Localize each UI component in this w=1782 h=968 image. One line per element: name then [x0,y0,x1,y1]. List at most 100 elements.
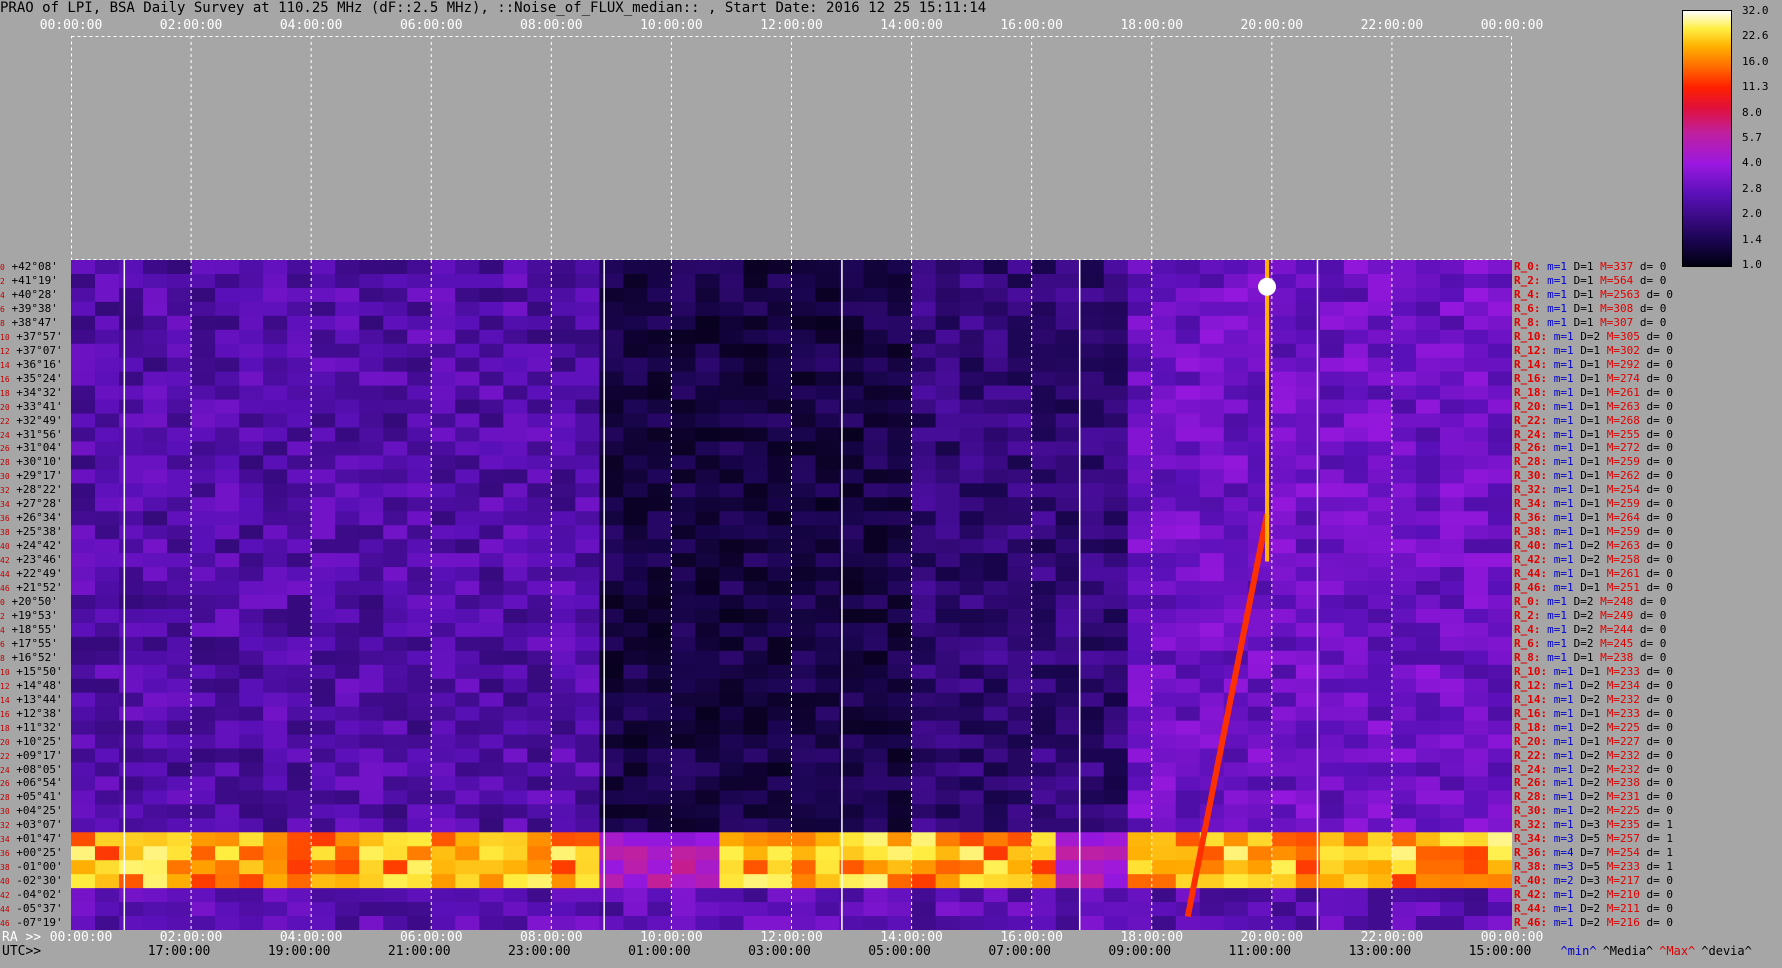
heatmap-cell [527,371,552,387]
heatmap-cell [311,343,336,359]
heatmap-cell [1487,888,1512,903]
heatmap-cell [311,818,336,833]
heatmap-cell [455,469,480,484]
heatmap-cell [95,357,120,373]
heatmap-cell [1367,790,1393,805]
heatmap-cell [671,692,696,708]
heatmap-cell [1079,678,1105,694]
heatmap-cell [335,483,360,498]
heatmap-cell [671,902,696,917]
heatmap-cell [863,678,889,694]
heatmap-cell [1391,622,1417,638]
heatmap-cell [1343,455,1369,470]
heatmap-cell [1055,692,1081,708]
row-stat-dv: d= 0 [1646,748,1680,762]
heatmap-cell [311,385,336,401]
heatmap-cell [599,734,624,750]
heatmap-cell [431,525,456,540]
row-stat-mx: M=233 [1606,664,1647,678]
heatmap-cell [599,301,624,317]
heatmap-cell [1319,622,1345,638]
heatmap-cell [311,734,336,750]
heatmap-cell [791,539,817,554]
heatmap-cell [839,553,865,568]
heatmap-cell [911,790,937,805]
heatmap-cell [791,734,817,750]
heatmap-cell [1319,832,1345,847]
heatmap-cell [215,846,240,861]
heatmap-cell [1223,595,1249,610]
heatmap-cell [575,748,600,763]
heatmap-cell [1439,636,1465,652]
heatmap-cell [407,441,432,456]
row-stat: R_12: m=1 D=2 M=234 d= 0 [1514,680,1680,691]
row-stat-dv: d= 0 [1646,413,1680,427]
heatmap-cell [719,818,744,833]
row-stat-dv: d= 0 [1646,441,1680,455]
heatmap-cell [143,497,168,512]
heatmap-cell [1151,664,1177,680]
heatmap-cell [239,664,264,680]
heatmap-cell [311,455,336,470]
heatmap-cell [1391,860,1417,875]
heatmap-cell [239,287,264,303]
heatmap-cell [1391,357,1417,373]
heatmap-cell [695,273,720,289]
heatmap-cell [311,357,336,373]
heatmap-cell [1007,818,1033,833]
heatmap-cell [551,622,576,638]
heatmap-cell [1079,595,1105,610]
legend-max: ^Max^ [1659,944,1696,958]
heatmap-cell [959,902,985,917]
heatmap-cell [527,595,552,610]
heatmap-cell [1487,706,1512,722]
heatmap-cell [695,525,720,540]
heatmap-cell [335,260,360,275]
row-index: 30 [0,807,10,817]
legend-dev: ^devia^ [1701,944,1752,958]
heatmap-cell [887,413,913,428]
heatmap-cell [479,692,504,708]
heatmap-cell [167,399,192,415]
heatmap-cell [455,539,480,554]
ra-axis-prefix: RA >> [2,930,42,945]
survey-heatmap[interactable] [71,260,1512,930]
heatmap-cell [815,371,841,387]
heatmap-cell [911,762,937,777]
heatmap-cell [623,273,648,289]
heatmap-cell [1151,832,1177,847]
heatmap-cell [1367,525,1393,540]
heatmap-cell [911,734,937,750]
heatmap-cell [1079,525,1105,540]
heatmap-cell [839,497,865,512]
heatmap-cell [743,916,768,930]
heatmap-cell [1367,581,1393,596]
heatmap-cell [1103,567,1129,582]
heatmap-cell [335,343,360,359]
heatmap-cell [791,260,817,275]
heatmap-cell [1343,567,1369,582]
heatmap-cell [1223,469,1249,484]
heatmap-cell [1223,539,1249,554]
heatmap-cell [575,622,600,638]
row-stat-dv: d= 0 [1639,622,1673,636]
declination-label: 10 +15°50' [0,666,71,678]
heatmap-cell [1295,902,1321,917]
row-stat-dv: d= 0 [1646,902,1680,916]
colorbar-label: 11.3 [1742,80,1769,94]
declination-label: 28 +30°10' [0,456,71,468]
heatmap-cell [479,748,504,763]
heatmap-cell [599,497,624,512]
row-stat-m: m=1 [1547,273,1574,287]
heatmap-cell [695,595,720,610]
heatmap-cell [791,581,817,596]
declination-value: +39°38' [4,301,58,315]
row-stat: R_32: m=1 D=1 M=254 d= 0 [1514,484,1680,495]
heatmap-cell [1415,804,1441,819]
declination-value: +15°50' [9,664,63,678]
heatmap-cell [959,650,985,666]
heatmap-cell [455,455,480,470]
row-stat-mx: M=211 [1606,902,1647,916]
heatmap-cell [1319,469,1345,484]
ra-axis-tick: 08:00:00 [520,930,583,945]
